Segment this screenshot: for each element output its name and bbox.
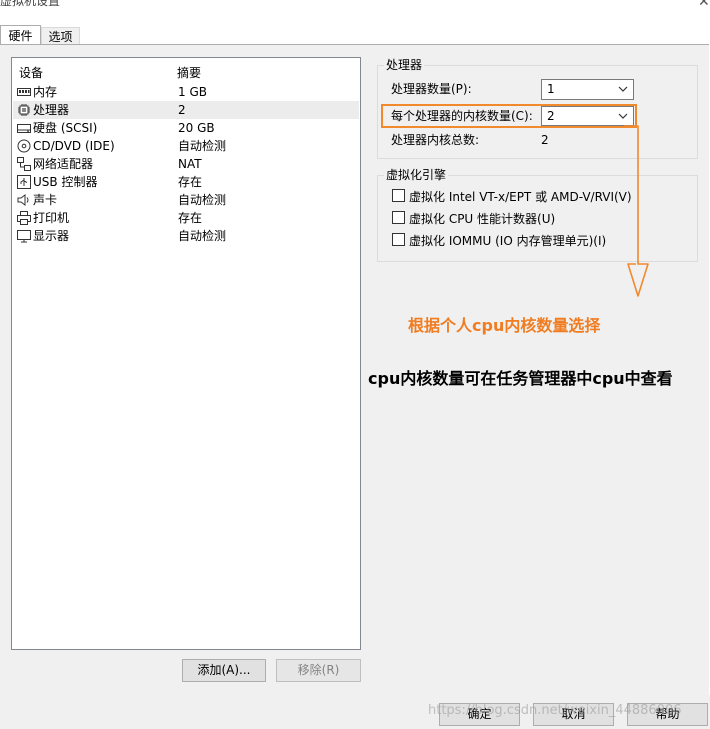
add-device-button[interactable]: 添加(A)... <box>182 659 266 682</box>
device-row-network-adapter[interactable]: 网络适配器 NAT <box>13 155 359 173</box>
device-summary: NAT <box>178 157 202 171</box>
processor-group-title: 处理器 <box>384 58 425 72</box>
column-header-summary[interactable]: 摘要 <box>177 65 201 81</box>
checkbox[interactable] <box>392 233 405 246</box>
printer-icon <box>17 211 31 225</box>
device-name: 处理器 <box>33 103 70 117</box>
display-icon <box>17 230 31 243</box>
processor-icon <box>18 104 30 116</box>
annotation-task-manager-tip: cpu内核数量可在任务管理器中cpu中查看 <box>368 369 673 388</box>
tab-bar: 硬件 选项 <box>0 25 710 46</box>
device-row-sound-card[interactable]: 声卡 自动检测 <box>13 191 359 209</box>
tab-hardware[interactable]: 硬件 <box>0 25 41 46</box>
total-cores-label: 处理器内核总数: <box>391 133 480 147</box>
device-summary: 自动检测 <box>178 139 227 153</box>
device-row-hard-disk[interactable]: 硬盘 (SCSI) 20 GB <box>13 119 359 137</box>
device-row-usb-controller[interactable]: USB 控制器 存在 <box>13 173 359 191</box>
device-name: USB 控制器 <box>33 175 98 189</box>
device-summary: 自动检测 <box>178 193 227 207</box>
device-summary: 1 GB <box>178 85 207 99</box>
device-name: CD/DVD (IDE) <box>33 139 115 153</box>
option-label: 虚拟化 IOMMU (IO 内存管理单元)(I) <box>409 234 607 248</box>
option-label: 虚拟化 Intel VT-x/EPT 或 AMD-V/RVI(V) <box>409 190 632 204</box>
virtualize-cpu-counters-option[interactable]: 虚拟化 CPU 性能计数器(U) <box>392 210 555 228</box>
device-summary: 存在 <box>178 211 203 225</box>
virtualize-vtx-option[interactable]: 虚拟化 Intel VT-x/EPT 或 AMD-V/RVI(V) <box>392 188 632 206</box>
device-row-printer[interactable]: 打印机 存在 <box>13 209 359 227</box>
chevron-down-icon <box>618 86 628 92</box>
annotation-arrow <box>624 125 649 297</box>
device-name: 打印机 <box>33 211 70 225</box>
usb-icon <box>17 175 31 189</box>
device-summary: 20 GB <box>178 121 215 135</box>
highlight-box <box>381 104 637 128</box>
option-label: 虚拟化 CPU 性能计数器(U) <box>409 212 556 226</box>
total-cores-value: 2 <box>541 133 549 147</box>
device-name: 网络适配器 <box>33 157 94 171</box>
virtualize-iommu-option[interactable]: 虚拟化 IOMMU (IO 内存管理单元)(I) <box>392 232 606 250</box>
window-title: 虚拟机设置 <box>0 0 61 8</box>
processor-count-select[interactable]: 1 <box>541 79 634 100</box>
virtualization-group-title: 虚拟化引擎 <box>384 168 449 182</box>
device-summary: 自动检测 <box>178 229 227 243</box>
device-name: 显示器 <box>33 229 70 243</box>
device-name: 硬盘 (SCSI) <box>33 121 98 135</box>
hard-disk-icon <box>17 124 31 133</box>
device-row-memory[interactable]: 内存 1 GB <box>13 83 359 101</box>
device-name: 声卡 <box>33 193 58 207</box>
checkbox[interactable] <box>392 189 405 202</box>
cd-dvd-icon <box>17 139 31 153</box>
column-header-device[interactable]: 设备 <box>19 65 43 81</box>
device-row-processor[interactable]: 处理器 2 <box>13 101 359 119</box>
annotation-core-choice: 根据个人cpu内核数量选择 <box>408 316 601 335</box>
device-name: 内存 <box>33 85 58 99</box>
sound-card-icon <box>17 194 29 206</box>
device-row-cd-dvd[interactable]: CD/DVD (IDE) 自动检测 <box>13 137 359 155</box>
tab-options[interactable]: 选项 <box>41 27 80 45</box>
checkbox[interactable] <box>392 211 405 224</box>
device-list[interactable]: 设备 摘要 内存 1 GB 处理器 2 硬盘 (SCSI) 20 GB CD/D… <box>11 57 361 650</box>
remove-device-button[interactable]: 移除(R) <box>276 659 361 682</box>
processor-count-value: 1 <box>547 82 555 96</box>
close-icon[interactable]: ✕ <box>698 0 710 10</box>
device-summary: 2 <box>178 103 186 117</box>
network-adapter-icon <box>17 157 31 171</box>
memory-icon <box>17 88 31 96</box>
device-row-display[interactable]: 显示器 自动检测 <box>13 227 359 245</box>
device-summary: 存在 <box>178 175 203 189</box>
watermark: https://blog.csdn.net/weixin_44886006 <box>428 703 682 718</box>
processor-count-label: 处理器数量(P): <box>391 82 472 96</box>
